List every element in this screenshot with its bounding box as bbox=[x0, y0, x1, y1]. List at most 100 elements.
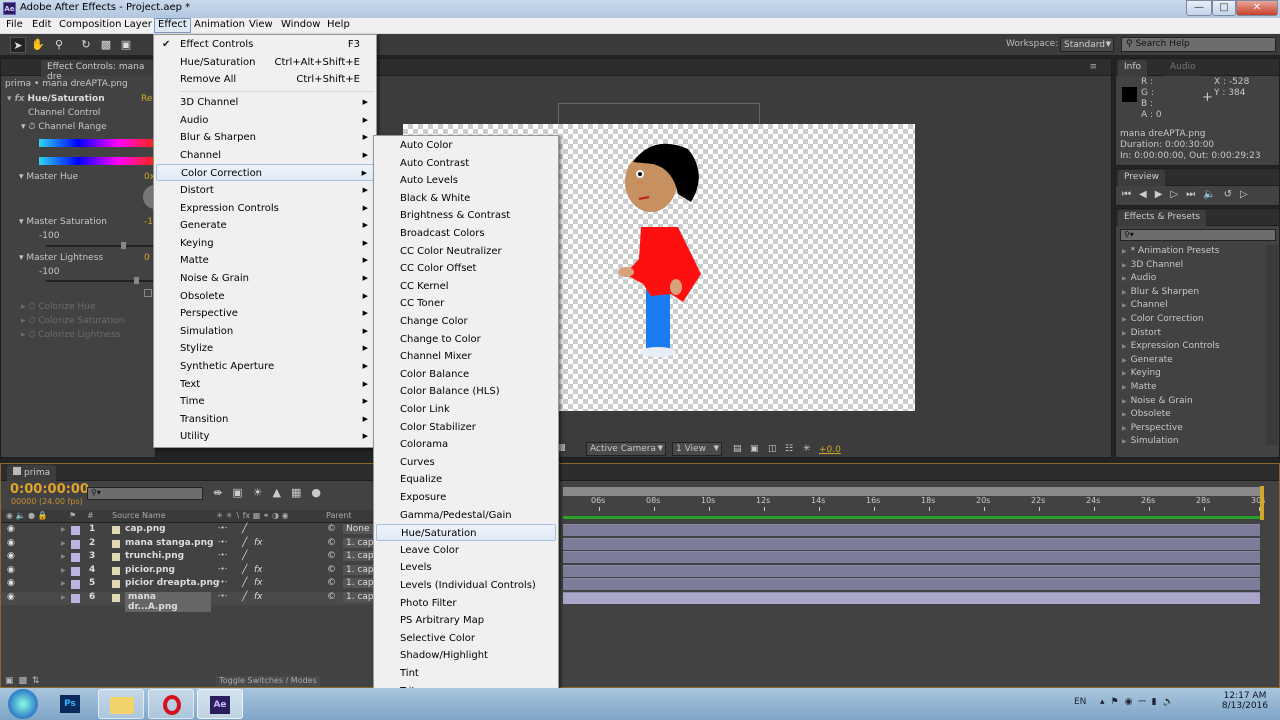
motion-blur-icon[interactable]: ▦ bbox=[291, 486, 311, 499]
layer-row[interactable]: ◉ ▶ 3 trunchi.png -•- ╱ © 1. cap. bbox=[1, 551, 375, 564]
colorize-checkbox[interactable] bbox=[144, 289, 152, 297]
time-ruler[interactable]: 06s 08s 10s 12s 14s 16s 18s 20s 22s 24s 26s 28s 30s bbox=[563, 496, 1265, 512]
search-help-input[interactable]: ⚲ Search Help bbox=[1121, 37, 1276, 52]
exposure-value[interactable]: +0.0 bbox=[819, 445, 841, 455]
effects-category-item[interactable]: Keying bbox=[1122, 368, 1161, 378]
menu-item-time[interactable]: Time ▶ bbox=[156, 393, 374, 410]
frame-blending-icon[interactable]: ▲ bbox=[273, 486, 291, 499]
start-button[interactable] bbox=[8, 689, 38, 719]
master-lightness-value[interactable]: 0 bbox=[144, 253, 150, 263]
first-frame-icon[interactable]: ⏮ bbox=[1122, 189, 1139, 200]
menu-item-synthetic-aperture[interactable]: Synthetic Aperture ▶ bbox=[156, 358, 374, 375]
label-color[interactable] bbox=[71, 539, 80, 549]
tab-preview[interactable]: Preview bbox=[1118, 170, 1166, 186]
effects-category-item[interactable]: Noise & Grain bbox=[1122, 396, 1193, 406]
menu-item-utility[interactable]: Utility ▶ bbox=[156, 428, 374, 445]
menu-item-auto-color[interactable]: Auto Color bbox=[376, 137, 556, 154]
flowchart-icon[interactable]: ☷ bbox=[785, 444, 793, 454]
effects-search-input[interactable]: ⚲▾ bbox=[1120, 229, 1276, 241]
menu-composition[interactable]: Composition bbox=[56, 19, 124, 30]
effects-category-item[interactable]: Perspective bbox=[1122, 423, 1183, 433]
toggle-switches-modes-button[interactable]: Toggle Switches / Modes bbox=[216, 676, 320, 687]
label-color[interactable] bbox=[71, 526, 80, 535]
camera-tool-icon[interactable]: ▩ bbox=[98, 37, 114, 53]
menu-item-hue-saturation[interactable]: Hue/Saturation Ctrl+Alt+Shift+E bbox=[156, 54, 374, 71]
language-indicator[interactable]: EN bbox=[1074, 697, 1086, 707]
menu-item-auto-contrast[interactable]: Auto Contrast bbox=[376, 155, 556, 172]
master-lightness-label[interactable]: ▾ Master Lightness bbox=[19, 253, 103, 263]
visibility-eye-icon[interactable]: ◉ bbox=[7, 578, 15, 588]
work-area-end-handle[interactable] bbox=[1260, 486, 1264, 520]
parent-select[interactable]: 1. cap. bbox=[343, 592, 375, 602]
app-tray-icon[interactable]: ◉ bbox=[1125, 697, 1139, 707]
menu-item-broadcast-colors[interactable]: Broadcast Colors bbox=[376, 225, 556, 242]
menu-animation[interactable]: Animation bbox=[191, 19, 248, 30]
effects-category-item[interactable]: Color Correction bbox=[1122, 314, 1204, 324]
hand-tool-icon[interactable]: ✋ bbox=[30, 37, 46, 53]
menu-item-brightness-contrast[interactable]: Brightness & Contrast bbox=[376, 207, 556, 224]
menu-item-hue-saturation[interactable]: Hue/Saturation bbox=[376, 524, 556, 542]
menu-item-effect-controls[interactable]: ✔ Effect Controls F3 bbox=[156, 36, 374, 53]
timeline-icon[interactable]: ◫ bbox=[768, 444, 777, 454]
layer-duration-bar[interactable] bbox=[563, 578, 1260, 591]
label-color[interactable] bbox=[71, 553, 80, 563]
menu-item-3d-channel[interactable]: 3D Channel ▶ bbox=[156, 94, 374, 111]
layer-name[interactable]: picior dreapta.png bbox=[125, 578, 219, 588]
effects-category-item[interactable]: 3D Channel bbox=[1122, 260, 1183, 270]
parent-select[interactable]: 1. cap. bbox=[343, 537, 375, 548]
hide-shy-icon[interactable]: ☀ bbox=[253, 486, 273, 499]
layer-duration-bar[interactable] bbox=[563, 592, 1260, 604]
action-center-icon[interactable]: ⚑ bbox=[1111, 697, 1125, 707]
menu-view[interactable]: View bbox=[246, 19, 276, 30]
shy-switch-icon[interactable]: -•- bbox=[218, 592, 227, 600]
last-frame-icon[interactable]: ⏭ bbox=[1186, 189, 1203, 200]
menu-item-levels[interactable]: Levels bbox=[376, 559, 556, 576]
parent-select[interactable]: 1. cap. bbox=[343, 564, 375, 575]
menu-item-generate[interactable]: Generate ▶ bbox=[156, 217, 374, 234]
label-color[interactable] bbox=[71, 580, 80, 590]
menu-item-transition[interactable]: Transition ▶ bbox=[156, 411, 374, 428]
menu-item-noise-grain[interactable]: Noise & Grain ▶ bbox=[156, 270, 374, 287]
parent-pickwhip-icon[interactable]: © bbox=[327, 538, 336, 548]
menu-item-color-balance[interactable]: Color Balance bbox=[376, 366, 556, 383]
quality-switch-icon[interactable]: ╱ bbox=[242, 592, 247, 602]
master-saturation-slider[interactable] bbox=[46, 242, 156, 249]
menu-layer[interactable]: Layer bbox=[121, 19, 155, 30]
next-frame-icon[interactable]: ▷ bbox=[1170, 189, 1186, 200]
menu-item-obsolete[interactable]: Obsolete ▶ bbox=[156, 288, 374, 305]
layer-duration-bar[interactable] bbox=[563, 564, 1260, 577]
graph-editor-icon[interactable]: ● bbox=[311, 486, 331, 499]
effects-category-item[interactable]: Distort bbox=[1122, 328, 1161, 338]
parent-pickwhip-icon[interactable]: © bbox=[327, 592, 336, 602]
menu-edit[interactable]: Edit bbox=[29, 19, 54, 30]
menu-effect[interactable]: Effect bbox=[154, 18, 191, 33]
effects-category-item[interactable]: Matte bbox=[1122, 382, 1157, 392]
layer-duration-bar[interactable] bbox=[563, 551, 1260, 564]
menu-item-tint[interactable]: Tint bbox=[376, 665, 556, 682]
comp-mini-flowchart-icon[interactable]: ⇼ bbox=[213, 486, 232, 499]
tab-audio[interactable]: Audio bbox=[1164, 60, 1202, 76]
power-icon[interactable]: ⎓ bbox=[1138, 697, 1151, 707]
menu-item-matte[interactable]: Matte ▶ bbox=[156, 252, 374, 269]
menu-help[interactable]: Help bbox=[324, 19, 353, 30]
menu-item-channel[interactable]: Channel ▶ bbox=[156, 147, 374, 164]
menu-item-leave-color[interactable]: Leave Color bbox=[376, 542, 556, 559]
col-source-name[interactable]: Source Name bbox=[112, 511, 166, 520]
ram-preview-icon[interactable]: ▷ bbox=[1240, 189, 1256, 200]
expand-arrow-icon[interactable]: ▶ bbox=[61, 540, 66, 547]
menu-item-colorama[interactable]: Colorama bbox=[376, 436, 556, 453]
tab-prima[interactable]: prima bbox=[7, 465, 57, 481]
menu-item-text[interactable]: Text ▶ bbox=[156, 376, 374, 393]
fx-switch-icon[interactable]: fx bbox=[254, 538, 263, 548]
taskbar-opera[interactable] bbox=[148, 689, 194, 719]
quality-switch-icon[interactable]: ╱ bbox=[242, 565, 247, 575]
effects-scrollbar[interactable] bbox=[1266, 245, 1278, 445]
layer-switches-icon[interactable]: ▣ bbox=[5, 676, 19, 686]
menu-item-color-stabilizer[interactable]: Color Stabilizer bbox=[376, 419, 556, 436]
show-hidden-icon[interactable]: ▴ bbox=[1100, 697, 1111, 707]
menu-item-change-color[interactable]: Change Color bbox=[376, 313, 556, 330]
menu-item-shadow-highlight[interactable]: Shadow/Highlight bbox=[376, 647, 556, 664]
fx-switch-icon[interactable]: fx bbox=[254, 565, 263, 575]
audio-icon[interactable]: 🔈 bbox=[1203, 189, 1223, 200]
master-lightness-slider[interactable] bbox=[46, 277, 156, 284]
